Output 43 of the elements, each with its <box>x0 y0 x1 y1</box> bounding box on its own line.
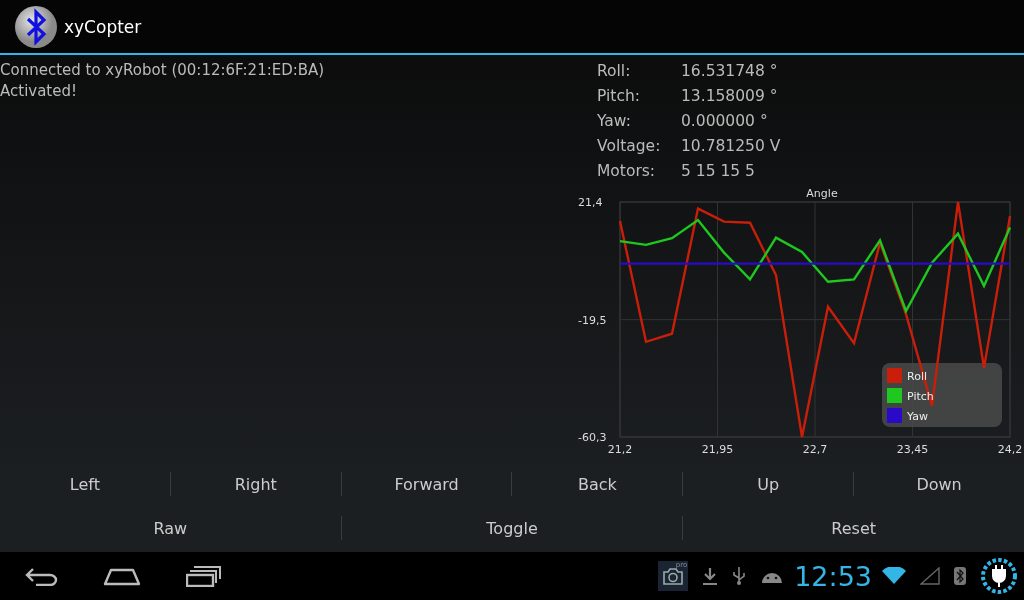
telemetry-value: 16.531748 ° <box>681 61 778 80</box>
y-tick-label: 21,4 <box>578 196 603 209</box>
telemetry-value: 10.781250 V <box>681 136 781 155</box>
telemetry-label: Pitch: <box>597 86 641 105</box>
signal-icon <box>920 567 940 585</box>
log-line: Connected to xyRobot (00:12:6F:21:ED:BA) <box>0 60 325 81</box>
telemetry-label: Yaw: <box>597 111 632 130</box>
telemetry-label: Voltage: <box>597 136 662 155</box>
mode-button[interactable]: Reset <box>683 504 1024 552</box>
telemetry-label: Motors: <box>597 161 657 180</box>
download-icon <box>702 566 719 586</box>
chart-title: Angle <box>806 187 838 200</box>
legend-label: Yaw <box>907 410 928 423</box>
wifi-icon <box>882 567 906 585</box>
control-button[interactable]: Left <box>0 464 170 504</box>
usb-icon <box>732 566 747 586</box>
y-tick-label: -19,5 <box>578 313 607 327</box>
control-button[interactable]: Down <box>854 464 1024 504</box>
app-title: xyCopter <box>64 16 142 37</box>
x-tick-label: 23,45 <box>896 443 929 456</box>
bluetooth-icon <box>954 567 966 585</box>
control-button[interactable]: Right <box>170 464 341 504</box>
control-button[interactable]: Up <box>683 464 854 504</box>
log-line: Activated! <box>0 81 78 102</box>
telemetry-value: 13.158009 ° <box>681 86 778 105</box>
recent-apps-icon[interactable] <box>186 565 222 587</box>
telemetry-value: 0.000000 ° <box>681 111 768 130</box>
home-icon[interactable] <box>103 566 141 586</box>
x-tick-label: 21,2 <box>607 443 633 456</box>
back-icon[interactable] <box>24 566 58 586</box>
mode-button[interactable]: Raw <box>0 504 341 552</box>
x-tick-label: 21,95 <box>701 443 734 456</box>
mode-button[interactable]: Toggle <box>341 504 683 552</box>
x-tick-label: 24,2 <box>997 443 1023 456</box>
control-button[interactable]: Forward <box>341 464 512 504</box>
bluetooth-logo-icon[interactable] <box>14 4 58 49</box>
telemetry-value: 5 15 15 5 <box>681 161 755 180</box>
control-button[interactable]: Back <box>512 464 683 504</box>
y-tick-label: -60,3 <box>578 431 607 444</box>
charging-icon <box>980 557 1018 595</box>
clock-time: 12:53 <box>794 560 872 592</box>
telemetry-label: Roll: <box>597 61 632 80</box>
x-tick-label: 22,7 <box>802 443 828 456</box>
